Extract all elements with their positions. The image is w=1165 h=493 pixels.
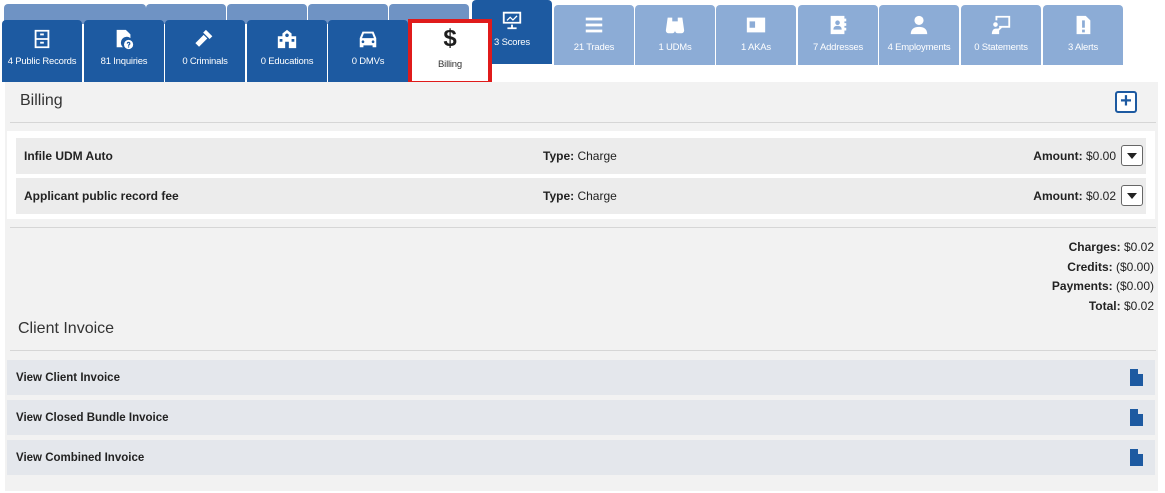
school-icon [276, 28, 298, 50]
dollar-icon: $ [443, 25, 457, 52]
tab-educations[interactable]: 0 Educations [247, 20, 327, 82]
grand-total: Total: $0.02 [1088, 298, 1154, 313]
tab-trades[interactable]: 21 Trades [554, 5, 634, 65]
tab-udms[interactable]: 1 UDMs [635, 5, 715, 65]
tab-addresses[interactable]: 7 Addresses [798, 5, 878, 65]
presenter-icon [990, 14, 1012, 36]
billing-item: Applicant public record fee Type: Charge… [16, 178, 1146, 214]
billing-totals: Charges: $0.02 Credits: ($0.00) Payments… [1052, 238, 1154, 316]
client-invoice-title: Client Invoice [18, 320, 115, 337]
add-billing-button[interactable]: + [1115, 91, 1137, 113]
billing-item-name: Infile UDM Auto [24, 149, 113, 163]
header-divider [10, 122, 1156, 123]
tab-akas[interactable]: 1 AKAs [716, 5, 796, 65]
record-tabs: 3 Scores 21 Trades 1 UDMs 1 AKAs 7 Addre… [0, 0, 1165, 85]
billing-title: Billing [20, 92, 63, 109]
view-closed-bundle-invoice-row[interactable]: View Closed Bundle Invoice [7, 400, 1155, 435]
menu-lines-icon [583, 14, 605, 36]
billing-item-type: Type: Charge [543, 149, 617, 163]
billing-item-name: Applicant public record fee [24, 189, 179, 203]
view-combined-invoice-row[interactable]: View Combined Invoice [7, 440, 1155, 475]
binoculars-icon [664, 14, 686, 36]
user-tie-icon [908, 14, 930, 36]
billing-items: Infile UDM Auto Type: Charge Amount: $0.… [7, 131, 1155, 219]
billing-item-type: Type: Charge [543, 189, 617, 203]
items-divider [10, 227, 1156, 228]
tab-statements[interactable]: 0 Statements [961, 5, 1041, 65]
billing-item-amount: Amount: $0.00 [1033, 149, 1116, 163]
tab-dmvs[interactable]: 0 DMVs [328, 20, 408, 82]
presentation-chart-icon [501, 9, 523, 31]
billing-item: Infile UDM Auto Type: Charge Amount: $0.… [16, 138, 1146, 174]
payments-total: Payments: ($0.00) [1051, 279, 1154, 293]
document-icon[interactable] [1130, 369, 1143, 386]
alert-file-icon [1072, 14, 1094, 36]
tab-billing[interactable]: $ Billing [408, 19, 492, 85]
billing-panel: Billing + Infile UDM Auto Type: Charge A… [5, 82, 1158, 491]
file-cabinet-icon [31, 28, 53, 50]
tab-inquiries[interactable]: 81 Inquiries [84, 20, 164, 82]
view-client-invoice-row[interactable]: View Client Invoice [7, 360, 1155, 395]
tab-public-records[interactable]: 4 Public Records [2, 20, 82, 82]
tab-criminals[interactable]: 0 Criminals [165, 20, 245, 82]
tab-employments[interactable]: 4 Employments [879, 5, 959, 65]
item-dropdown-button[interactable] [1121, 145, 1143, 166]
gavel-icon [194, 28, 216, 50]
plus-icon: + [1120, 90, 1132, 112]
charges-total: Charges: $0.02 [1068, 240, 1154, 254]
invoice-divider [10, 350, 1156, 351]
id-card-icon [745, 14, 767, 36]
item-dropdown-button[interactable] [1121, 185, 1143, 206]
address-book-icon [827, 14, 849, 36]
car-icon [357, 28, 379, 50]
document-icon[interactable] [1130, 409, 1143, 426]
tab-alerts[interactable]: 3 Alerts [1043, 5, 1123, 65]
file-question-icon [113, 28, 135, 50]
document-icon[interactable] [1130, 449, 1143, 466]
credits-total: Credits: ($0.00) [1067, 259, 1154, 274]
billing-item-amount: Amount: $0.02 [1033, 189, 1116, 203]
